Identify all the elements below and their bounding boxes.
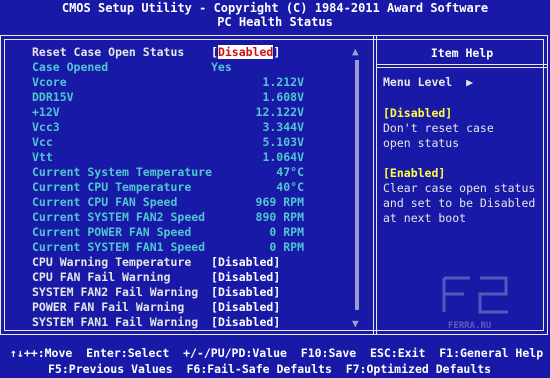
- setting-value[interactable]: [Disabled]: [211, 300, 280, 315]
- bracket-open: [: [211, 315, 218, 329]
- setting-label: Current System Temperature: [32, 165, 213, 179]
- menu-level-label: Menu Level: [383, 75, 453, 89]
- setting-label: Current CPU FAN Speed: [32, 195, 178, 209]
- setting-label: Vcc: [32, 135, 53, 149]
- setting-value[interactable]: [Disabled]: [211, 315, 280, 330]
- bracket-close: ]: [273, 255, 281, 269]
- setting-value-text[interactable]: Disabled: [217, 45, 274, 59]
- setting-value[interactable]: [Disabled]: [211, 255, 280, 270]
- setting-value[interactable]: [Disabled]: [211, 285, 280, 300]
- setting-value-text[interactable]: Disabled: [218, 315, 273, 329]
- arrow-right-icon: ▶: [466, 75, 474, 89]
- setting-value: 3.344V: [262, 120, 304, 134]
- footer-key-help-1: ↑↓++:Move Enter:Select +/-/PU/PD:Value F…: [10, 346, 544, 360]
- help-title-divider-2: [377, 67, 547, 68]
- bracket-open: [: [211, 300, 218, 314]
- setting-label: SYSTEM FAN2 Fail Warning: [32, 285, 199, 299]
- help-enabled-line-3: at next boot: [383, 211, 467, 225]
- setting-value-text[interactable]: Disabled: [218, 255, 273, 269]
- setting-value-text[interactable]: Disabled: [218, 270, 273, 284]
- setting-value: 890 RPM: [255, 210, 304, 224]
- setting-label: Current POWER FAN Speed: [32, 225, 192, 239]
- setting-label: Vcore: [32, 75, 67, 89]
- setting-label: Vtt: [32, 150, 53, 164]
- help-enabled-heading: [Enabled]: [383, 166, 446, 180]
- setting-label: POWER FAN Fail Warning: [32, 300, 185, 314]
- help-disabled-heading: [Disabled]: [383, 106, 453, 120]
- scroll-down-arrow-icon[interactable]: ▼: [352, 317, 359, 330]
- scroll-up-arrow-icon[interactable]: ▲: [352, 45, 359, 58]
- watermark-logo: FERRA.RU: [442, 276, 508, 331]
- help-enabled-line-2: and set to be Disabled: [383, 196, 536, 210]
- scrollbar[interactable]: [355, 60, 359, 310]
- menu-level-row: Menu Level ▶: [383, 75, 473, 89]
- help-disabled-line-1: Don't reset case: [383, 121, 494, 135]
- setting-value: 1.064V: [262, 150, 304, 164]
- setting-value: 40°C: [276, 180, 304, 194]
- window-title: CMOS Setup Utility - Copyright (C) 1984-…: [61, 1, 489, 15]
- setting-value: 969 RPM: [255, 195, 304, 209]
- help-enabled-line-1: Clear case open status: [383, 181, 536, 195]
- setting-value-text[interactable]: Disabled: [218, 300, 273, 314]
- setting-label: Case Opened: [32, 60, 109, 74]
- setting-label: Current SYSTEM FAN1 Speed: [32, 240, 206, 254]
- setting-value: 0 RPM: [269, 240, 304, 254]
- bracket-close: ]: [273, 300, 281, 314]
- pane-divider-2: [376, 36, 377, 334]
- setting-value: 47°C: [276, 165, 304, 179]
- help-title-divider: [377, 64, 547, 65]
- setting-label: SYSTEM FAN1 Fail Warning: [32, 315, 199, 329]
- bracket-open: [: [211, 255, 218, 269]
- setting-value: 1.608V: [262, 90, 304, 104]
- bracket-close: ]: [273, 315, 281, 329]
- setting-label: Current SYSTEM FAN2 Speed: [32, 210, 206, 224]
- bracket-open: [: [211, 45, 218, 59]
- setting-label: Vcc3: [32, 120, 60, 134]
- help-panel-title: Item Help: [430, 46, 494, 60]
- setting-label: CPU FAN Fail Warning: [32, 270, 171, 284]
- pane-divider: [373, 36, 374, 334]
- setting-value: 1.212V: [262, 75, 304, 89]
- setting-value[interactable]: [Disabled]: [211, 270, 280, 285]
- footer-key-help-2: F5:Previous Values F6:Fail-Safe Defaults…: [48, 362, 492, 376]
- setting-value-text[interactable]: Disabled: [218, 285, 273, 299]
- setting-value[interactable]: [Disabled]: [211, 45, 280, 60]
- bracket-close: ]: [273, 270, 281, 284]
- setting-label: Reset Case Open Status: [32, 45, 185, 59]
- setting-value: Yes: [211, 60, 232, 74]
- bracket-open: [: [211, 285, 218, 299]
- setting-value: 0 RPM: [269, 225, 304, 239]
- setting-label: DDR15V: [32, 90, 74, 104]
- setting-value: 5.103V: [262, 135, 304, 149]
- bracket-close: ]: [273, 45, 281, 59]
- help-disabled-line-2: open status: [383, 136, 460, 150]
- bracket-close: ]: [273, 285, 281, 299]
- page-title: PC Health Status: [217, 15, 333, 29]
- setting-label: CPU Warning Temperature: [32, 255, 192, 269]
- setting-label: +12V: [32, 105, 60, 119]
- bracket-open: [: [211, 270, 218, 284]
- setting-label: Current CPU Temperature: [32, 180, 192, 194]
- setting-value: 12.122V: [255, 105, 304, 119]
- svg-text:FERRA.RU: FERRA.RU: [448, 321, 491, 331]
